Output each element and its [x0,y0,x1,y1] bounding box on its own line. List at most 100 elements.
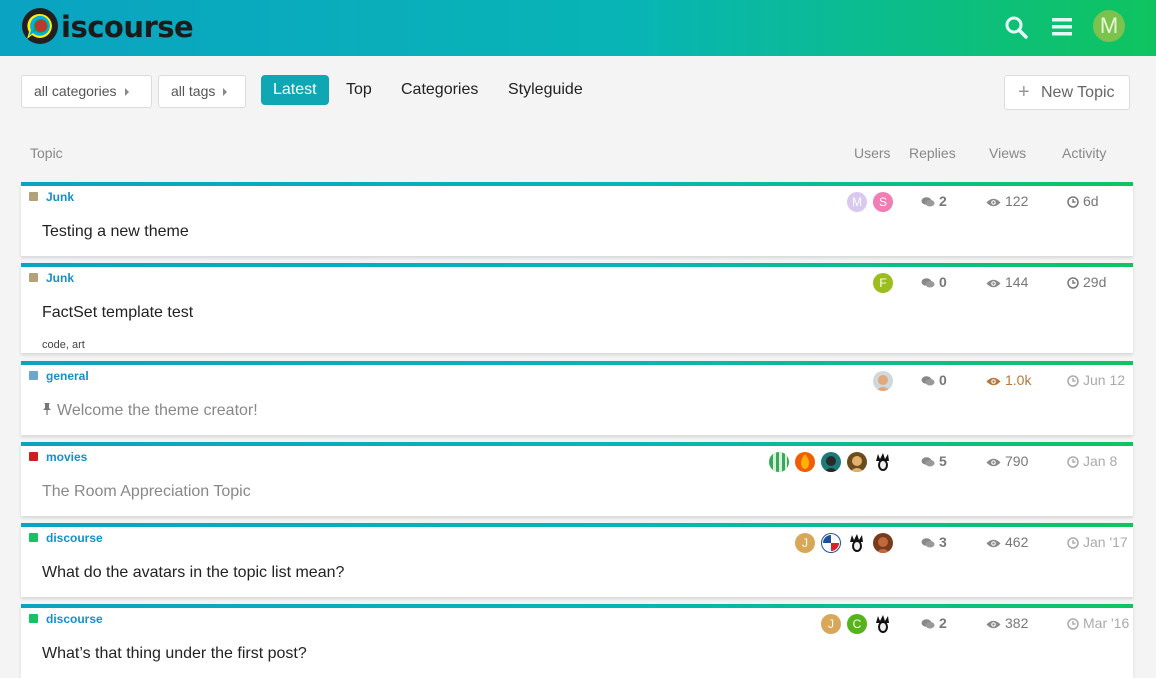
poster-avatar[interactable] [873,452,893,472]
views-eye-icon [986,377,1001,386]
tab-categories[interactable]: Categories [401,75,478,105]
view-count-value: 1.0k [1005,372,1032,388]
last-activity-value: Jan '17 [1083,534,1128,550]
poster-avatar[interactable] [769,452,789,472]
last-activity-value: Jun 12 [1083,372,1126,388]
last-activity[interactable]: 29d [1067,274,1106,290]
reply-count[interactable]: 5 [921,453,947,469]
views-eye-icon [986,539,1001,548]
last-activity-value: Mar '16 [1083,615,1130,631]
reply-count-value: 2 [939,615,947,631]
reply-count-value: 0 [939,274,947,290]
discourse-logo[interactable]: iscourse [20,4,194,48]
reply-count[interactable]: 3 [921,534,947,550]
category-name: discourse [46,531,103,545]
view-count: 790 [986,453,1028,469]
view-count: 382 [986,615,1028,631]
topic-title-text: FactSet template test [42,304,194,321]
avatar-letter: C [852,617,862,631]
topic-title[interactable]: Testing a new theme [42,223,189,241]
topic-row[interactable]: Junk Testing a new theme M S 2 122 6d [21,182,1133,256]
poster-avatar[interactable]: J [821,614,841,634]
poster-avatar[interactable] [873,371,893,391]
category-color-swatch [29,614,38,623]
poster-avatar[interactable]: F [873,273,893,293]
topic-title-text: What do the avatars in the topic list me… [42,564,345,581]
poster-avatar[interactable] [873,614,893,634]
poster-avatar[interactable] [795,452,815,472]
topic-row[interactable]: general Welcome the theme creator! 0 1.0k Ju… [21,361,1133,435]
category-badge[interactable]: Junk [29,271,74,285]
new-topic-label: New Topic [1041,84,1115,101]
topic-title[interactable]: Welcome the theme creator! [42,402,258,420]
topic-title-text: Testing a new theme [42,223,189,240]
reply-count[interactable]: 2 [921,193,947,209]
poster-avatar[interactable] [873,533,893,553]
category-name: Junk [46,271,75,285]
poster-avatar[interactable] [847,452,867,472]
new-topic-button[interactable]: + New Topic [1004,75,1130,110]
category-badge[interactable]: discourse [29,612,103,626]
topic-row[interactable]: discourse What’s that thing under the fir… [21,604,1133,678]
current-user-avatar[interactable]: M [1093,10,1125,42]
view-count: 122 [986,193,1028,209]
topic-row[interactable]: movies The Room Appreciation Topic 5 790 Jan… [21,442,1133,516]
topic-row[interactable]: Junk FactSet template test code, art F 0 144 2… [21,263,1133,353]
column-header-activity[interactable]: Activity [1062,145,1106,161]
reply-count-value: 0 [939,372,947,388]
caret-right-icon [223,88,228,96]
reply-count-value: 3 [939,534,947,550]
topic-title[interactable]: FactSet template test [42,304,193,322]
last-activity[interactable]: 6d [1067,193,1099,209]
topic-title-text: What’s that thing under the first post? [42,645,307,662]
column-header-topic[interactable]: Topic [30,145,63,161]
posters-avatars [873,371,893,391]
search-icon[interactable] [1001,12,1031,42]
reply-count[interactable]: 0 [921,274,947,290]
replies-icon [921,457,935,467]
tab-top[interactable]: Top [346,75,372,105]
posters-avatars: MS [847,192,893,212]
activity-clock-icon [1067,537,1079,549]
tags-dropdown[interactable]: all tags [158,75,246,108]
last-activity[interactable]: Jun 12 [1067,372,1125,388]
category-badge[interactable]: Junk [29,190,74,204]
tag-list[interactable]: code, art [42,339,85,351]
categories-dropdown-label: all categories [34,83,117,99]
reply-count[interactable]: 0 [921,372,947,388]
poster-avatar[interactable]: S [873,192,893,212]
views-eye-icon [986,198,1001,207]
tab-styleguide[interactable]: Styleguide [508,75,583,105]
column-header-views[interactable]: Views [989,145,1026,161]
last-activity[interactable]: Jan 8 [1067,453,1117,469]
topic-tags[interactable]: code, art [42,339,85,351]
topic-title[interactable]: What’s that thing under the first post? [42,645,307,663]
avatar-letter: J [828,617,834,631]
category-color-swatch [29,273,38,282]
topic-title[interactable]: The Room Appreciation Topic [42,483,251,501]
poster-avatar[interactable] [821,452,841,472]
poster-avatar[interactable] [821,533,841,553]
view-count: 144 [986,274,1028,290]
tab-latest[interactable]: Latest [261,75,329,105]
pin-icon [43,403,51,415]
poster-avatar[interactable]: M [847,192,867,212]
category-badge[interactable]: discourse [29,531,103,545]
poster-avatar[interactable] [847,533,867,553]
poster-avatar[interactable]: C [847,614,867,634]
last-activity[interactable]: Jan '17 [1067,534,1128,550]
hamburger-menu-icon[interactable] [1047,12,1077,42]
category-badge[interactable]: general [29,369,89,383]
last-activity[interactable]: Mar '16 [1067,615,1129,631]
reply-count[interactable]: 2 [921,615,947,631]
column-header-replies[interactable]: Replies [909,145,956,161]
topic-row[interactable]: discourse What do the avatars in the topi… [21,523,1133,597]
avatar-letter: S [878,195,887,209]
view-count-value: 790 [1005,453,1029,469]
view-count: 1.0k [986,372,1031,388]
view-count-value: 144 [1005,274,1029,290]
categories-dropdown[interactable]: all categories [21,75,152,108]
poster-avatar[interactable]: J [795,533,815,553]
topic-title[interactable]: What do the avatars in the topic list me… [42,564,344,582]
category-badge[interactable]: movies [29,450,87,464]
